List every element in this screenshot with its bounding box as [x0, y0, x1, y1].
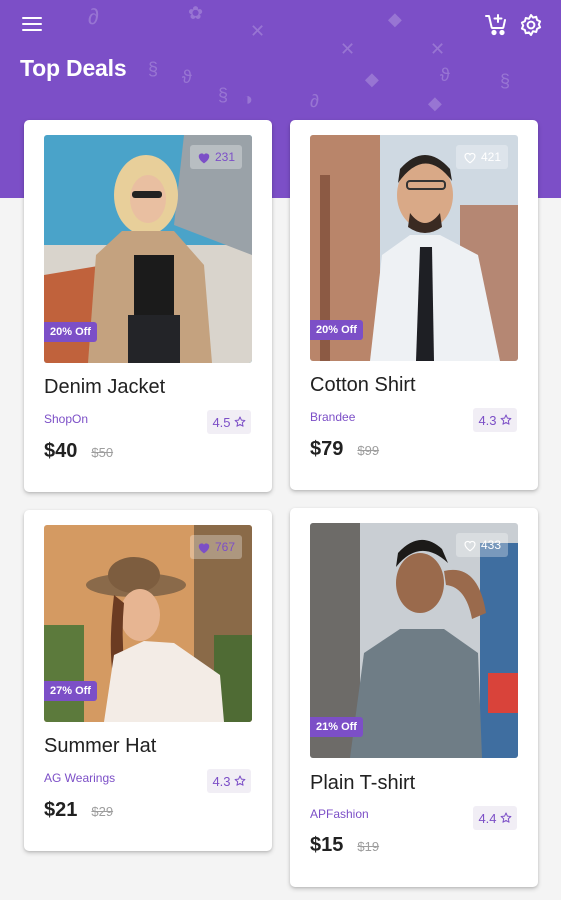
- doodle-decoration: ◑: [242, 89, 253, 109]
- product-image: 767 27% Off: [44, 525, 252, 722]
- star-icon: [234, 416, 245, 427]
- menu-icon: [22, 17, 42, 19]
- rating-badge: 4.5: [207, 410, 251, 434]
- doodle-decoration: §: [500, 71, 511, 91]
- likes-button[interactable]: 421: [455, 145, 508, 169]
- price-row: $15 $19: [310, 834, 379, 857]
- product-price: $79: [310, 438, 344, 460]
- price-row: $21 $29: [44, 799, 113, 822]
- heart-outline-icon: [464, 152, 476, 163]
- doodle-decoration: ✕: [430, 39, 446, 59]
- product-brand[interactable]: APFashion: [310, 807, 369, 821]
- likes-count: 433: [480, 538, 501, 552]
- doodle-decoration: ✕: [340, 39, 356, 59]
- likes-count: 231: [214, 150, 235, 164]
- original-price: $29: [91, 804, 114, 819]
- doodle-decoration: §: [218, 85, 229, 105]
- product-image: 421 20% Off: [310, 135, 518, 361]
- likes-button[interactable]: 231: [189, 145, 242, 169]
- doodle-decoration: ϑ: [182, 67, 192, 87]
- doodle-decoration: ∂: [310, 91, 319, 111]
- doodle-decoration: ◆: [365, 69, 379, 89]
- product-price: $40: [44, 440, 78, 462]
- product-card[interactable]: 433 21% Off Plain T-shirt APFashion 4.4 …: [290, 508, 538, 887]
- doodle-decoration: ◆: [428, 93, 442, 113]
- doodle-decoration: ϑ: [440, 65, 450, 85]
- discount-badge: 27% Off: [44, 681, 97, 701]
- doodle-decoration: ✿: [188, 3, 204, 23]
- star-icon: [500, 812, 511, 823]
- doodle-decoration: ∂: [88, 4, 99, 29]
- rating-value: 4.3: [212, 773, 231, 789]
- add-shopping-cart-icon: [485, 14, 506, 36]
- cart-button[interactable]: [484, 13, 510, 37]
- settings-gear-icon: [520, 14, 542, 36]
- product-brand[interactable]: Brandee: [310, 410, 355, 424]
- doodle-decoration: ✕: [250, 21, 266, 41]
- menu-button[interactable]: [22, 14, 46, 34]
- product-brand[interactable]: AG Wearings: [44, 771, 115, 785]
- likes-button[interactable]: 433: [455, 533, 508, 557]
- likes-button[interactable]: 767: [189, 535, 242, 559]
- star-icon: [234, 775, 245, 786]
- star-icon: [500, 414, 511, 425]
- product-name: Plain T-shirt: [310, 772, 416, 794]
- discount-badge: 20% Off: [44, 322, 97, 342]
- heart-filled-icon: [198, 152, 210, 163]
- heart-outline-icon: [464, 540, 476, 551]
- rating-value: 4.3: [478, 412, 497, 428]
- doodle-decoration: ◆: [388, 9, 402, 29]
- heart-filled-icon: [198, 542, 210, 553]
- rating-badge: 4.4: [473, 806, 517, 830]
- product-brand[interactable]: ShopOn: [44, 412, 88, 426]
- price-row: $40 $50: [44, 440, 113, 463]
- discount-badge: 21% Off: [310, 717, 363, 737]
- menu-icon: [22, 29, 42, 31]
- original-price: $19: [357, 839, 380, 854]
- product-card[interactable]: 421 20% Off Cotton Shirt Brandee 4.3 $79…: [290, 120, 538, 490]
- product-price: $15: [310, 834, 344, 856]
- rating-value: 4.4: [478, 810, 497, 826]
- rating-badge: 4.3: [207, 769, 251, 793]
- original-price: $50: [91, 445, 114, 460]
- doodle-decoration: §: [148, 59, 159, 79]
- settings-button[interactable]: [519, 13, 543, 37]
- likes-count: 421: [480, 150, 501, 164]
- product-image: 433 21% Off: [310, 523, 518, 758]
- product-image: 231 20% Off: [44, 135, 252, 363]
- product-card[interactable]: 231 20% Off Denim Jacket ShopOn 4.5 $40 …: [24, 120, 272, 492]
- likes-count: 767: [214, 540, 235, 554]
- rating-value: 4.5: [212, 414, 231, 430]
- product-price: $21: [44, 799, 78, 821]
- product-name: Denim Jacket: [44, 376, 166, 398]
- original-price: $99: [357, 443, 380, 458]
- product-name: Cotton Shirt: [310, 374, 416, 396]
- page-title: Top Deals: [20, 55, 127, 81]
- product-card[interactable]: 767 27% Off Summer Hat AG Wearings 4.3 $…: [24, 510, 272, 851]
- price-row: $79 $99: [310, 438, 379, 461]
- menu-icon: [22, 23, 42, 25]
- rating-badge: 4.3: [473, 408, 517, 432]
- product-name: Summer Hat: [44, 735, 157, 757]
- discount-badge: 20% Off: [310, 320, 363, 340]
